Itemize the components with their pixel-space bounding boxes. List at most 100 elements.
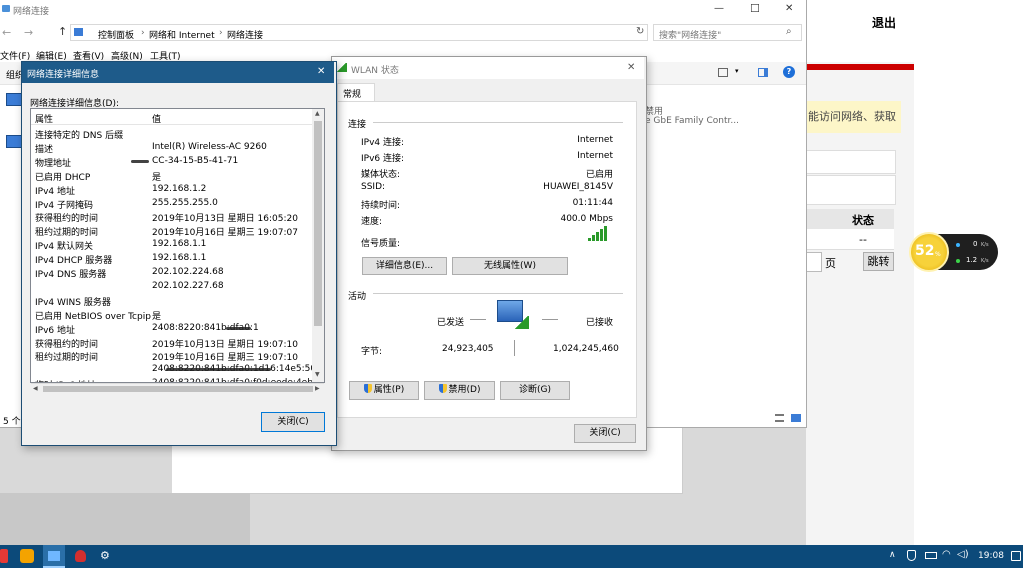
- redaction-scribble: [226, 326, 251, 330]
- signal-bar: [588, 238, 591, 241]
- details-row-property[interactable]: IPv4 子网掩码: [35, 198, 93, 211]
- back-button[interactable]: ←: [2, 26, 11, 39]
- adapter-icon[interactable]: [6, 135, 22, 148]
- taskbar: [0, 545, 1023, 568]
- details-listview[interactable]: 属性 值 连接特定的 DNS 后缀 描述 Intel(R) Wireless-AC …: [30, 108, 325, 383]
- maximize-button[interactable]: ☐: [750, 2, 760, 15]
- details-title: 网络连接详细信息: [27, 70, 100, 80]
- details-row-value[interactable]: 255.255.255.0: [152, 198, 218, 208]
- tray-battery-icon[interactable]: [925, 552, 937, 559]
- details-row-property[interactable]: IPv4 默认网关: [35, 239, 93, 252]
- download-dot-icon: [956, 259, 960, 263]
- details-row-property[interactable]: 连接特定的 DNS 后缀: [35, 128, 123, 141]
- up-button[interactable]: ↑: [58, 25, 67, 38]
- tray-volume-icon[interactable]: ◁): [957, 549, 969, 560]
- help-icon[interactable]: ?: [783, 66, 795, 78]
- details-row-property[interactable]: 获得租约的时间: [35, 337, 98, 350]
- wifi-signal-icon: [336, 63, 347, 72]
- view-dropdown-icon[interactable]: ▾: [735, 67, 739, 75]
- download-speed: 1.2: [966, 256, 978, 264]
- breadcrumb-network-internet[interactable]: 网络和 Internet: [149, 28, 215, 41]
- notification-icon[interactable]: [1011, 551, 1021, 561]
- details-row-value[interactable]: Intel(R) Wireless-AC 9260: [152, 142, 267, 152]
- tray-chevron-icon[interactable]: ∧: [889, 550, 896, 560]
- breadcrumb-control-panel[interactable]: 控制面板: [98, 28, 134, 41]
- details-row-property[interactable]: 已启用 DHCP: [35, 170, 90, 183]
- details-row-property[interactable]: IPv4 DHCP 服务器: [35, 253, 112, 266]
- taskbar-clock[interactable]: 19:08: [978, 551, 1004, 561]
- details-row-property[interactable]: 物理地址: [35, 156, 71, 169]
- scroll-right-arrow[interactable]: ▶: [315, 385, 320, 392]
- refresh-icon[interactable]: ↻: [636, 26, 644, 37]
- wlan-close-x[interactable]: ✕: [627, 62, 635, 73]
- jump-button[interactable]: 跳转: [863, 252, 894, 271]
- details-row-value[interactable]: 2019年10月13日 星期日 19:07:10: [152, 337, 298, 350]
- tiles-view-icon[interactable]: [791, 414, 801, 422]
- breadcrumb-network-connections[interactable]: 网络连接: [227, 28, 263, 41]
- details-row-property[interactable]: 描述: [35, 142, 53, 155]
- details-row-property[interactable]: 已启用 NetBIOS over Tcpip: [35, 309, 151, 322]
- forward-button[interactable]: →: [24, 26, 33, 39]
- close-window-button[interactable]: ✕: [785, 3, 793, 14]
- disable-button[interactable]: 禁用(D): [424, 381, 495, 400]
- web-table-row: [806, 175, 896, 205]
- details-row-value[interactable]: 192.168.1.2: [152, 184, 206, 194]
- details-row-property[interactable]: 租约过期的时间: [35, 225, 98, 238]
- signal-bar: [592, 235, 595, 241]
- network-activity-bars-icon: [514, 316, 529, 329]
- change-view-icon[interactable]: [718, 68, 728, 77]
- details-view-icon[interactable]: [775, 414, 784, 422]
- h-scrollbar-thumb[interactable]: [43, 386, 313, 392]
- details-row-property[interactable]: IPv4 地址: [35, 184, 75, 197]
- details-row-property[interactable]: 获得租约的时间: [35, 211, 98, 224]
- settings-gear-icon[interactable]: ⚙: [100, 549, 110, 562]
- adapter-icon[interactable]: [6, 93, 22, 106]
- tray-wifi-icon[interactable]: ◠: [942, 549, 951, 560]
- bytes-label: 字节:: [361, 347, 383, 357]
- details-row-value[interactable]: 202.102.224.68: [152, 267, 224, 277]
- taskbar-app-icon[interactable]: [75, 550, 86, 562]
- item-count: 5 个: [3, 417, 21, 427]
- wlan-close-button[interactable]: 关闭(C): [574, 424, 636, 443]
- signal-bar: [600, 229, 603, 241]
- page-number-input[interactable]: [806, 252, 822, 272]
- web-status-cell: [806, 229, 894, 250]
- properties-button[interactable]: 属性(P): [349, 381, 419, 400]
- wireless-properties-button[interactable]: 无线属性(W): [452, 257, 568, 275]
- details-row-value[interactable]: 2019年10月16日 星期三 19:07:10: [152, 350, 298, 363]
- connection-row-label: IPv6 连接:: [361, 153, 405, 164]
- taskbar-app-icon[interactable]: [20, 549, 34, 563]
- details-close-x[interactable]: ✕: [317, 66, 325, 77]
- page-label: 页: [825, 257, 836, 270]
- details-row-value[interactable]: 是: [152, 170, 161, 183]
- properties-button-label: 属性(P): [373, 385, 405, 395]
- details-row-value[interactable]: CC-34-15-B5-41-71: [152, 156, 238, 166]
- details-row-property[interactable]: IPv4 WINS 服务器: [35, 295, 111, 308]
- details-row-value[interactable]: 192.168.1.1: [152, 239, 206, 249]
- details-row-value[interactable]: 192.168.1.1: [152, 253, 206, 263]
- speed-percent: 52: [915, 243, 935, 259]
- scroll-down-arrow[interactable]: ▼: [315, 371, 320, 378]
- taskbar-app-icon[interactable]: [0, 549, 8, 563]
- scrollbar-thumb[interactable]: [314, 121, 322, 326]
- logout-link[interactable]: 退出: [872, 14, 896, 31]
- details-row-property[interactable]: IPv6 地址: [35, 323, 75, 336]
- diagnose-button[interactable]: 诊断(G): [500, 381, 570, 400]
- scroll-left-arrow[interactable]: ◀: [33, 385, 38, 392]
- details-row-value[interactable]: 2019年10月16日 星期三 19:07:07: [152, 225, 298, 238]
- minimize-button[interactable]: —: [714, 3, 724, 14]
- tray-shield-icon[interactable]: [907, 550, 916, 561]
- web-right-margin: [914, 0, 1023, 545]
- scroll-up-arrow[interactable]: ▲: [315, 110, 320, 117]
- details-close-button[interactable]: 关闭(C): [261, 412, 325, 432]
- preview-pane-icon[interactable]: [758, 68, 768, 77]
- details-button[interactable]: 详细信息(E)...: [362, 257, 447, 275]
- details-row-property[interactable]: 租约过期的时间: [35, 350, 98, 363]
- upload-dot-icon: [956, 243, 960, 247]
- details-row-value[interactable]: 2019年10月13日 星期日 16:05:20: [152, 211, 298, 224]
- adapter-device-text: e GbE Family Contr...: [645, 116, 739, 126]
- details-row-value[interactable]: 是: [152, 309, 161, 322]
- details-row-property[interactable]: IPv4 DNS 服务器: [35, 267, 106, 280]
- download-unit: K/s: [981, 258, 989, 264]
- details-row-value[interactable]: 202.102.227.68: [152, 281, 224, 291]
